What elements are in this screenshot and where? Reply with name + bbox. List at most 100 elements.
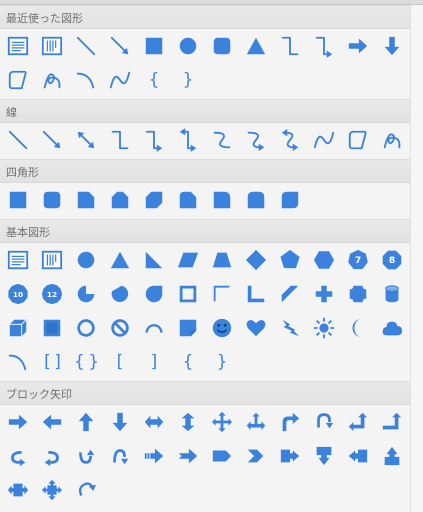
double-bracket-icon[interactable]: [ ] bbox=[35, 345, 69, 379]
up-arrow-callout-icon[interactable] bbox=[375, 439, 409, 473]
plaque-icon[interactable] bbox=[341, 277, 375, 311]
isosceles-triangle-icon[interactable] bbox=[103, 243, 137, 277]
pie-icon[interactable] bbox=[69, 277, 103, 311]
heptagon-icon[interactable]: 7 bbox=[341, 243, 375, 277]
arrow-line-icon[interactable] bbox=[103, 29, 137, 63]
no-symbol-icon[interactable] bbox=[103, 311, 137, 345]
round-same-side-corner-rectangle-icon[interactable] bbox=[239, 183, 273, 217]
elbow-connector-icon[interactable] bbox=[273, 29, 307, 63]
cloud-icon[interactable] bbox=[375, 311, 409, 345]
circle-icon[interactable] bbox=[171, 29, 205, 63]
down-arrow-icon[interactable] bbox=[375, 29, 409, 63]
left-up-arrow-icon[interactable] bbox=[341, 405, 375, 439]
left-bracket-icon[interactable]: [ bbox=[103, 345, 137, 379]
quad-arrow-icon[interactable] bbox=[205, 405, 239, 439]
left-brace-icon[interactable]: { bbox=[137, 63, 171, 97]
curved-connector-icon[interactable] bbox=[205, 123, 239, 157]
right-brace-icon[interactable]: } bbox=[205, 345, 239, 379]
double-arrow-line-icon[interactable] bbox=[69, 123, 103, 157]
octagon-icon[interactable]: 8 bbox=[375, 243, 409, 277]
trapezoid-icon[interactable] bbox=[205, 243, 239, 277]
left-right-up-arrow-icon[interactable] bbox=[239, 405, 273, 439]
heart-icon[interactable] bbox=[239, 311, 273, 345]
teardrop-icon[interactable] bbox=[137, 277, 171, 311]
triangle-icon[interactable] bbox=[239, 29, 273, 63]
bent-arrow-icon[interactable] bbox=[273, 405, 307, 439]
sun-icon[interactable] bbox=[307, 311, 341, 345]
diamond-icon[interactable] bbox=[239, 243, 273, 277]
diagonal-stripe-icon[interactable] bbox=[273, 277, 307, 311]
half-frame-icon[interactable] bbox=[205, 277, 239, 311]
scrollbar[interactable] bbox=[410, 5, 423, 512]
down-arrow-callout-icon[interactable] bbox=[307, 439, 341, 473]
decagon-icon[interactable]: 10 bbox=[1, 277, 35, 311]
curved-left-arrow-icon[interactable] bbox=[35, 439, 69, 473]
block-arc-icon[interactable] bbox=[137, 311, 171, 345]
curved-double-arrow-connector-icon[interactable] bbox=[273, 123, 307, 157]
curved-right-arrow-icon[interactable] bbox=[1, 439, 35, 473]
pentagon-arrow-icon[interactable] bbox=[205, 439, 239, 473]
moon-icon[interactable] bbox=[341, 311, 375, 345]
chevron-arrow-icon[interactable] bbox=[239, 439, 273, 473]
right-arrow-icon[interactable] bbox=[1, 405, 35, 439]
bent-up-arrow-icon[interactable] bbox=[375, 405, 409, 439]
curve-icon[interactable] bbox=[307, 123, 341, 157]
rounded-rectangle-icon[interactable] bbox=[35, 183, 69, 217]
cross-icon[interactable] bbox=[307, 277, 341, 311]
arc-icon[interactable] bbox=[69, 63, 103, 97]
curved-down-arrow-icon[interactable] bbox=[103, 439, 137, 473]
elbow-double-arrow-connector-icon[interactable] bbox=[171, 123, 205, 157]
text-box-icon[interactable] bbox=[1, 243, 35, 277]
up-down-arrow-icon[interactable] bbox=[171, 405, 205, 439]
oval-icon[interactable] bbox=[69, 243, 103, 277]
right-brace-icon[interactable]: } bbox=[171, 63, 205, 97]
folded-corner-icon[interactable] bbox=[171, 311, 205, 345]
striped-right-arrow-icon[interactable] bbox=[137, 439, 171, 473]
elbow-arrow-connector-icon[interactable] bbox=[307, 29, 341, 63]
snip-round-single-corner-rectangle-icon[interactable] bbox=[171, 183, 205, 217]
u-turn-arrow-icon[interactable] bbox=[307, 405, 341, 439]
vertical-text-box-icon[interactable] bbox=[35, 29, 69, 63]
quad-arrow-callout-icon[interactable] bbox=[35, 473, 69, 507]
curved-up-arrow-icon[interactable] bbox=[69, 439, 103, 473]
elbow-connector-icon[interactable] bbox=[103, 123, 137, 157]
rectangle-icon[interactable] bbox=[1, 183, 35, 217]
cube-icon[interactable] bbox=[1, 311, 35, 345]
left-arrow-icon[interactable] bbox=[35, 405, 69, 439]
rounded-rectangle-icon[interactable] bbox=[205, 29, 239, 63]
left-right-arrow-icon[interactable] bbox=[137, 405, 171, 439]
right-bracket-icon[interactable]: ] bbox=[137, 345, 171, 379]
line-icon[interactable] bbox=[1, 123, 35, 157]
arrow-line-icon[interactable] bbox=[35, 123, 69, 157]
frame-icon[interactable] bbox=[171, 277, 205, 311]
arc-icon[interactable] bbox=[1, 345, 35, 379]
scribble-icon[interactable] bbox=[35, 63, 69, 97]
smiley-face-icon[interactable] bbox=[205, 311, 239, 345]
dodecagon-icon[interactable]: 12 bbox=[35, 277, 69, 311]
snip-single-corner-rectangle-icon[interactable] bbox=[69, 183, 103, 217]
down-arrow-icon[interactable] bbox=[103, 405, 137, 439]
double-brace-icon[interactable]: { } bbox=[69, 345, 103, 379]
right-arrow-callout-icon[interactable] bbox=[273, 439, 307, 473]
chord-icon[interactable] bbox=[103, 277, 137, 311]
lightning-bolt-icon[interactable] bbox=[273, 311, 307, 345]
snip-diagonal-corner-rectangle-icon[interactable] bbox=[137, 183, 171, 217]
vertical-text-box-icon[interactable] bbox=[35, 243, 69, 277]
right-triangle-icon[interactable] bbox=[137, 243, 171, 277]
round-diagonal-corner-rectangle-icon[interactable] bbox=[273, 183, 307, 217]
curve-icon[interactable] bbox=[103, 63, 137, 97]
left-brace-icon[interactable]: { bbox=[171, 345, 205, 379]
notched-right-arrow-icon[interactable] bbox=[171, 439, 205, 473]
curved-arrow-connector-icon[interactable] bbox=[239, 123, 273, 157]
parallelogram-icon[interactable] bbox=[171, 243, 205, 277]
hexagon-icon[interactable] bbox=[307, 243, 341, 277]
text-box-icon[interactable] bbox=[1, 29, 35, 63]
right-arrow-icon[interactable] bbox=[341, 29, 375, 63]
up-arrow-icon[interactable] bbox=[69, 405, 103, 439]
can-icon[interactable] bbox=[375, 277, 409, 311]
elbow-arrow-connector-icon[interactable] bbox=[137, 123, 171, 157]
left-right-arrow-callout-icon[interactable] bbox=[1, 473, 35, 507]
circular-arrow-icon[interactable] bbox=[69, 473, 103, 507]
rectangle-icon[interactable] bbox=[137, 29, 171, 63]
freeform-shape-icon[interactable] bbox=[1, 63, 35, 97]
